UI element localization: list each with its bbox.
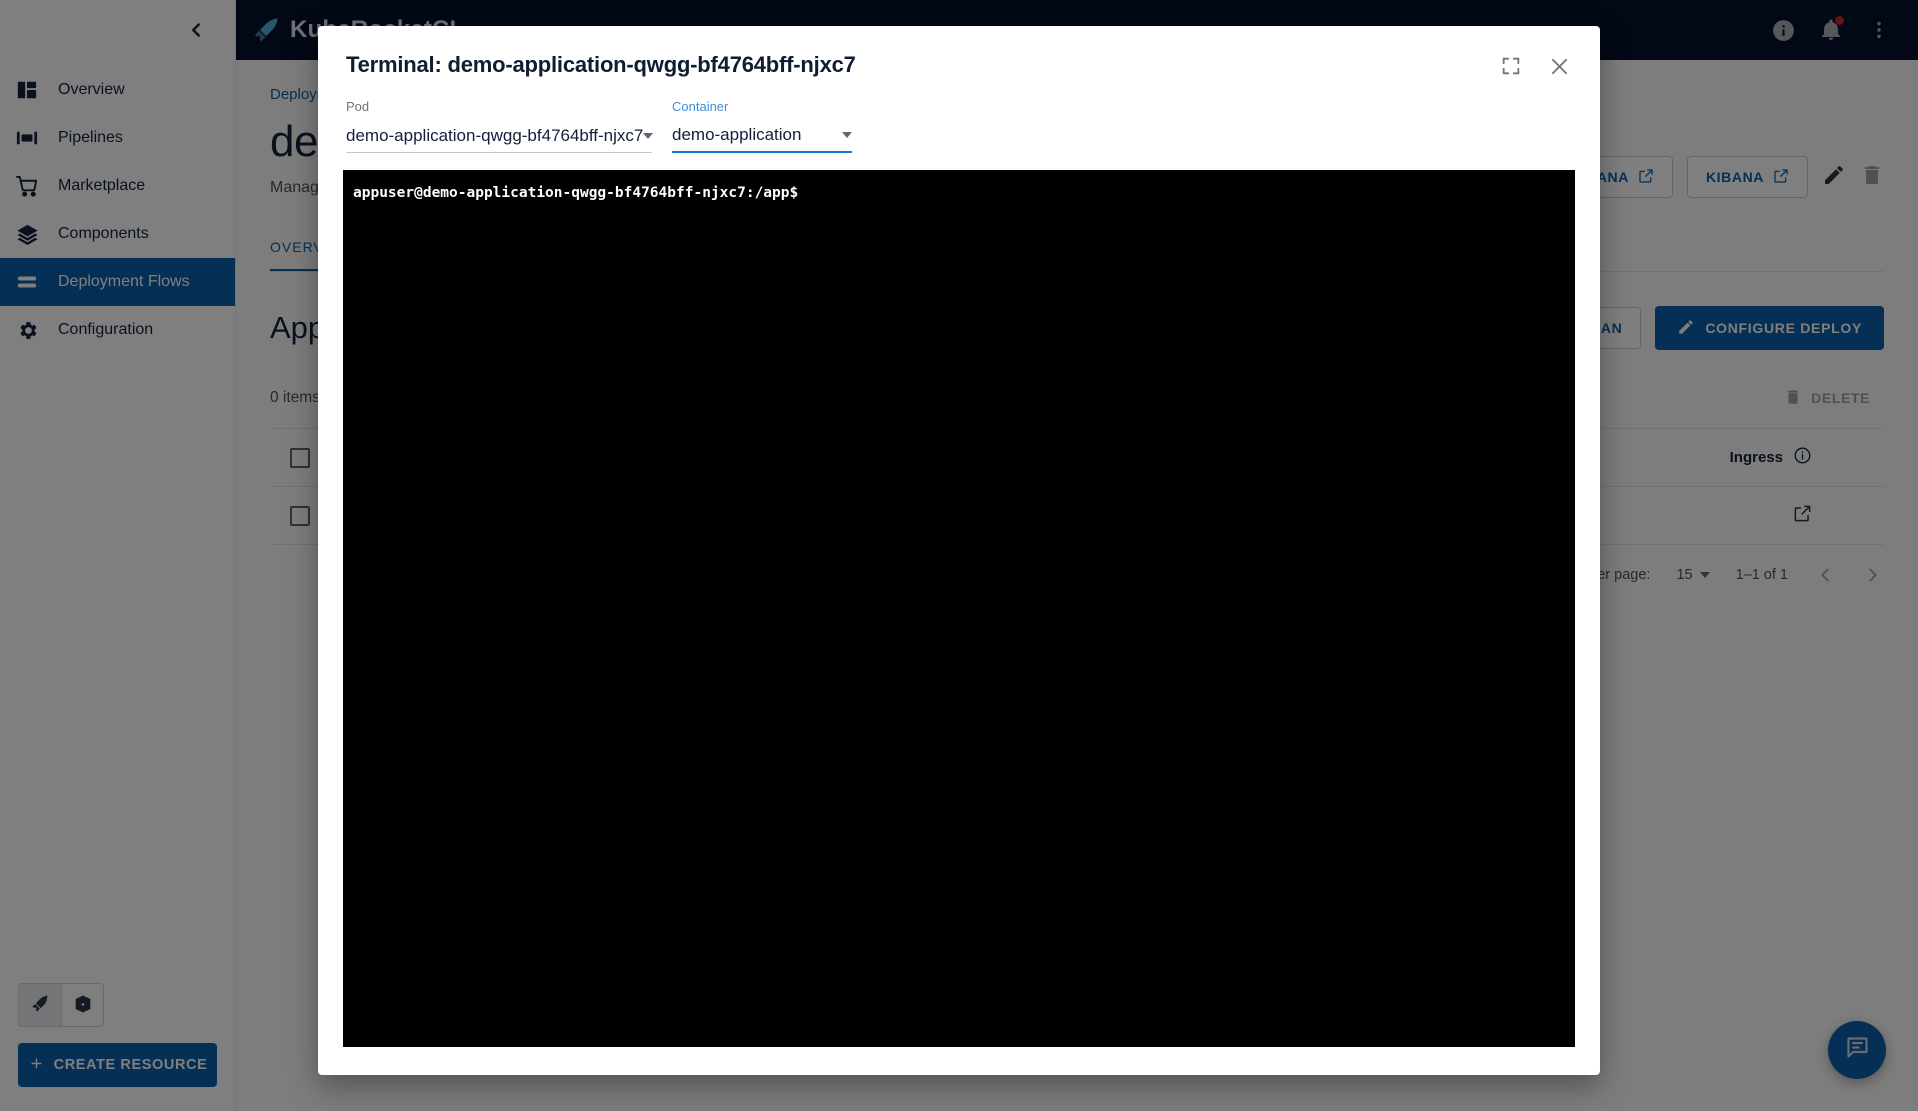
chevron-down-icon [643, 132, 654, 139]
fullscreen-icon[interactable] [1500, 55, 1524, 79]
pod-field: Pod demo-application-qwgg-bf4764bff-njxc… [346, 99, 654, 153]
terminal-line: appuser@demo-application-qwgg-bf4764bff-… [353, 185, 799, 201]
close-icon[interactable] [1548, 55, 1572, 79]
pod-label: Pod [346, 99, 370, 114]
container-select[interactable]: demo-application [672, 119, 852, 153]
dialog-title: Terminal: demo-application-qwgg-bf4764bf… [346, 52, 856, 77]
chevron-down-icon [842, 132, 852, 138]
pod-value: demo-application-qwgg-bf4764bff-njxc7 [346, 125, 644, 145]
container-value: demo-application [672, 125, 802, 144]
pod-select[interactable]: demo-application-qwgg-bf4764bff-njxc7 [346, 119, 654, 153]
dialog-header: Terminal: demo-application-qwgg-bf4764bf… [318, 26, 1600, 79]
terminal-dialog: Terminal: demo-application-qwgg-bf4764bf… [318, 26, 1600, 1075]
container-field: Container demo-application [672, 99, 852, 153]
container-label: Container [672, 99, 729, 114]
terminal-output[interactable]: appuser@demo-application-qwgg-bf4764bff-… [343, 170, 1575, 1047]
dialog-selectors: Pod demo-application-qwgg-bf4764bff-njxc… [318, 79, 1600, 153]
dialog-header-actions [1500, 52, 1572, 79]
